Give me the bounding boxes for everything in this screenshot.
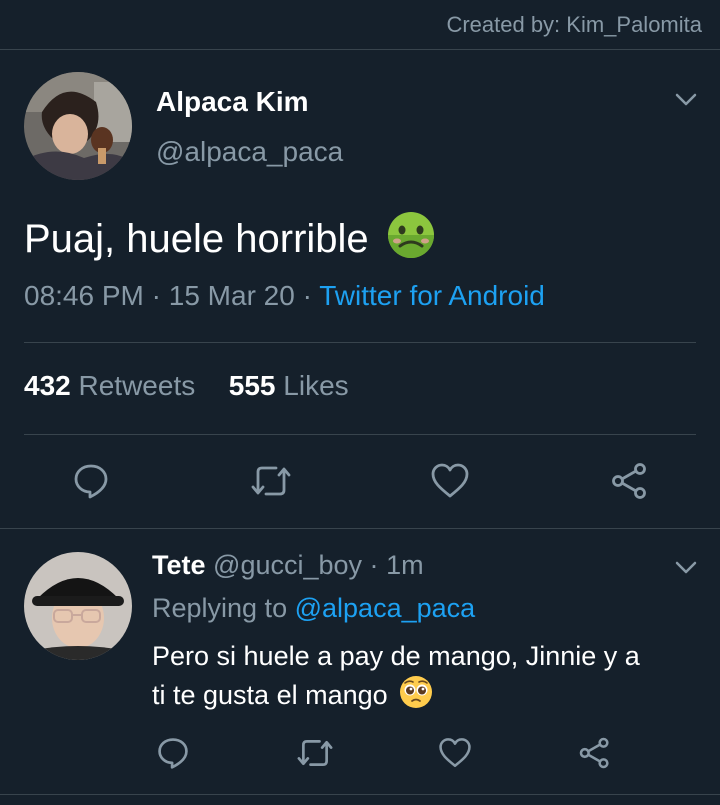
tweet-stats: 432 Retweets 555 Likes (24, 370, 349, 402)
handle[interactable]: @gucci_boy (213, 550, 362, 580)
likes-stat[interactable]: 555 Likes (229, 370, 349, 401)
pleading-face-icon (399, 675, 433, 719)
bottom-divider (0, 794, 720, 795)
retweet-icon[interactable] (296, 736, 334, 770)
reply-text-content: ti te gusta el mango (152, 680, 388, 711)
avatar[interactable] (24, 72, 132, 180)
reply-text-line: Pero si huele a pay de mango, Jinnie y a (152, 641, 640, 671)
reply-header: Tete @gucci_boy · 1m (152, 550, 424, 581)
like-icon[interactable] (430, 462, 470, 500)
credit-label: Created by: Kim_Palomita (446, 12, 702, 37)
stats-top-divider (24, 342, 696, 343)
reply-icon[interactable] (156, 736, 190, 770)
avatar[interactable] (24, 552, 132, 660)
replying-handle-link[interactable]: @alpaca_paca (295, 593, 476, 623)
tweet-text-content: Puaj, huele horrible (24, 217, 369, 262)
replying-to: Replying to @alpaca_paca (152, 593, 475, 624)
display-name[interactable]: Tete (152, 550, 206, 580)
meta-separator: · (369, 550, 379, 580)
share-icon[interactable] (578, 736, 612, 770)
meta-separator: · (302, 280, 312, 311)
tweet-divider (0, 528, 720, 529)
reply-text: Pero si huele a pay de mango, Jinnie y a… (152, 637, 640, 719)
retweets-label: Retweets (78, 370, 196, 401)
tweet-text: Puaj, huele horrible (24, 210, 436, 273)
tweet-date: 15 Mar 20 (168, 280, 295, 311)
replying-label: Replying to (152, 593, 288, 623)
like-icon[interactable] (438, 736, 472, 770)
likes-label: Likes (283, 370, 349, 401)
display-name[interactable]: Alpaca Kim (156, 86, 309, 118)
reply-text-line: ti te gusta el mango (152, 675, 640, 719)
reply-time: 1m (386, 550, 424, 580)
reply-icon[interactable] (72, 462, 110, 500)
tweet-meta: 08:46 PM · 15 Mar 20 · Twitter for Andro… (24, 280, 545, 312)
likes-count: 555 (228, 370, 276, 401)
chevron-down-icon[interactable] (674, 560, 698, 576)
share-icon[interactable] (610, 462, 650, 500)
stats-bottom-divider (24, 434, 696, 435)
header-divider (0, 49, 720, 50)
tweet-source-link[interactable]: Twitter for Android (319, 280, 545, 311)
nauseated-face-icon (386, 210, 436, 273)
retweet-icon[interactable] (250, 462, 292, 500)
handle[interactable]: @alpaca_paca (156, 136, 343, 168)
chevron-down-icon[interactable] (674, 92, 698, 108)
tweet-time: 08:46 PM (24, 280, 144, 311)
meta-separator: · (151, 280, 161, 311)
retweets-count: 432 (24, 370, 71, 401)
retweets-stat[interactable]: 432 Retweets (24, 370, 195, 401)
